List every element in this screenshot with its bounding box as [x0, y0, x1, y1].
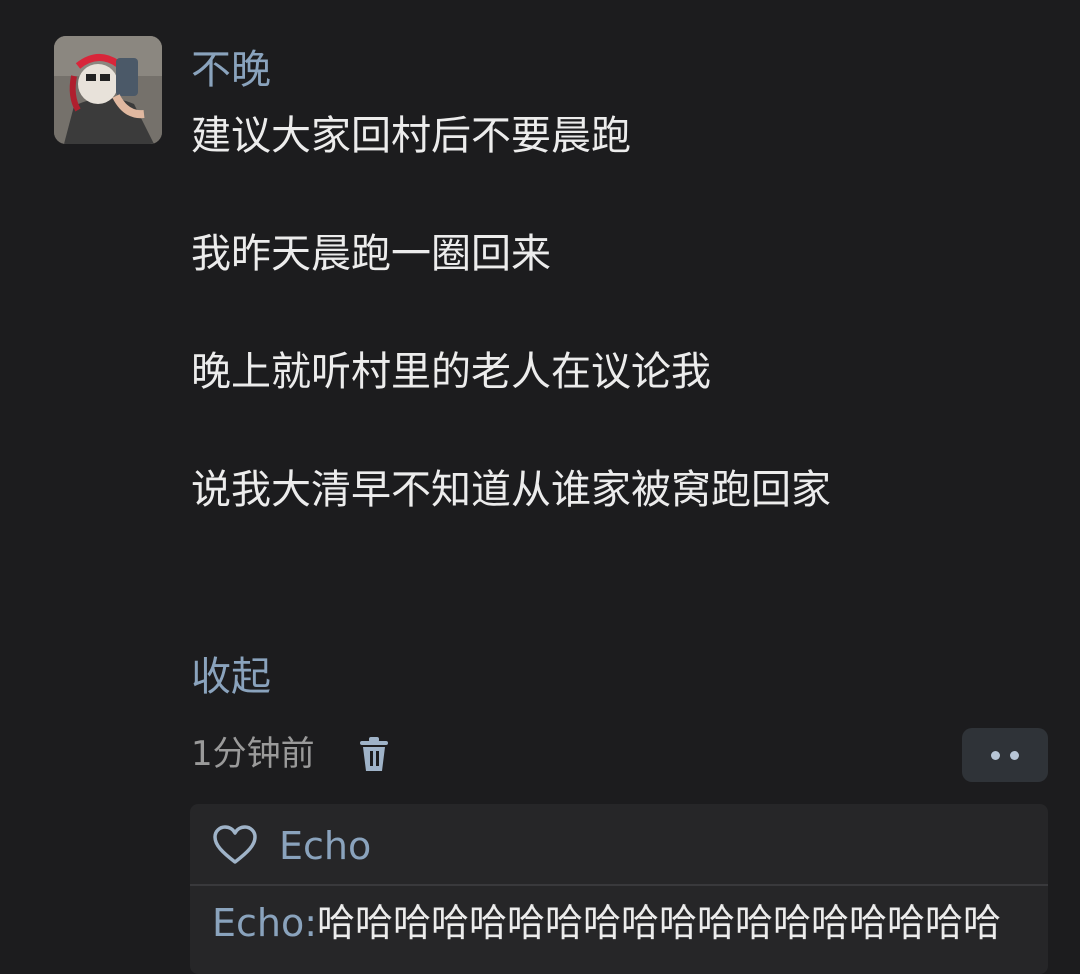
post-timestamp: 1分钟前	[191, 734, 315, 774]
comment-item[interactable]: Echo:哈哈哈哈哈哈哈哈哈哈哈哈哈哈哈哈哈哈	[212, 898, 1001, 948]
more-dots-icon	[991, 750, 1000, 760]
interaction-panel: Echo Echo:哈哈哈哈哈哈哈哈哈哈哈哈哈哈哈哈哈哈	[190, 804, 1048, 974]
more-dots-icon	[1010, 750, 1019, 760]
avatar-photo-icon	[54, 36, 162, 144]
post-text-line: 说我大清早不知道从谁家被窝跑回家	[191, 467, 831, 513]
collapse-link[interactable]: 收起	[191, 651, 271, 703]
delete-button[interactable]	[355, 736, 393, 774]
more-options-button[interactable]	[962, 728, 1048, 782]
liked-by-user[interactable]: Echo	[279, 822, 371, 870]
comment-text: 哈哈哈哈哈哈哈哈哈哈哈哈哈哈哈哈哈哈	[317, 901, 1002, 945]
comment-author[interactable]: Echo:	[212, 901, 317, 945]
heart-outline-icon[interactable]	[212, 824, 258, 866]
likes-row: Echo	[190, 804, 1048, 886]
post-text-line: 我昨天晨跑一圈回来	[191, 231, 551, 277]
trash-icon	[360, 737, 388, 771]
avatar[interactable]	[54, 36, 162, 144]
post-text-line: 晚上就听村里的老人在议论我	[191, 349, 711, 395]
post-text-line: 建议大家回村后不要晨跑	[191, 113, 631, 159]
post-author-name[interactable]: 不晚	[191, 44, 271, 96]
